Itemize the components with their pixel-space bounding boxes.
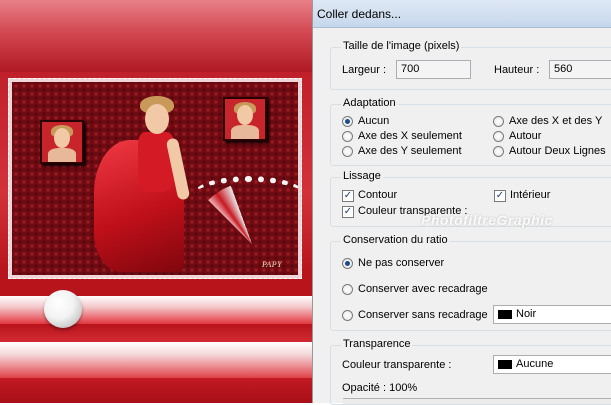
label-interieur[interactable]: Intérieur: [510, 189, 550, 201]
dialog-titlebar[interactable]: Coller dedans...: [313, 0, 611, 28]
radio-aucun[interactable]: [342, 116, 353, 127]
checkbox-interieur[interactable]: ✓: [494, 190, 506, 202]
height-field[interactable]: 560: [549, 60, 611, 79]
canvas-top-gradient: [0, 0, 312, 72]
radio-axe-x[interactable]: [342, 131, 353, 142]
portrait-thumb-left: [40, 120, 84, 164]
label-ne-pas-conserver[interactable]: Ne pas conserver: [358, 257, 444, 269]
radio-axe-y[interactable]: [342, 146, 353, 157]
radio-autour[interactable]: [493, 131, 504, 142]
canvas-stripe-red-2: [0, 378, 312, 403]
group-image-size-title: Taille de l'image (pixels): [341, 40, 462, 52]
ratio-fill-color-select[interactable]: Noir: [493, 305, 611, 324]
checkbox-contour[interactable]: ✓: [342, 190, 354, 202]
paste-into-dialog: Coller dedans... Taille de l'image (pixe…: [312, 0, 611, 405]
group-ratio-title: Conservation du ratio: [341, 234, 450, 246]
label-aucun[interactable]: Aucun: [358, 115, 389, 127]
artist-signature: PAPY: [262, 260, 283, 269]
width-field[interactable]: 700: [396, 60, 471, 79]
radio-autour-deux-lignes[interactable]: [493, 146, 504, 157]
group-transparence: Transparence Couleur transparente : Aucu…: [330, 338, 611, 405]
fan-lace-edge: [194, 176, 298, 212]
label-couleur-transparente[interactable]: Couleur transparente :: [358, 205, 467, 217]
group-adaptation-title: Adaptation: [341, 97, 398, 109]
height-label: Hauteur :: [494, 64, 540, 76]
selection-frame[interactable]: PAPY: [8, 78, 302, 279]
group-transparence-title: Transparence: [341, 338, 413, 350]
radio-axe-xy[interactable]: [493, 116, 504, 127]
decorative-sphere: [44, 290, 82, 328]
label-sans-recadrage[interactable]: Conserver sans recadrage: [358, 309, 488, 321]
group-adaptation: Adaptation Aucun Axe des X seulement Axe…: [330, 97, 611, 166]
transparent-color-select[interactable]: Aucune: [493, 355, 611, 374]
width-label: Largeur :: [342, 64, 387, 76]
dialog-title: Coller dedans...: [317, 7, 402, 21]
label-axe-xy[interactable]: Axe des X et des Y: [509, 115, 602, 127]
image-canvas[interactable]: PAPY: [0, 0, 312, 403]
radio-avec-recadrage[interactable]: [342, 284, 353, 295]
canvas-stripe-red: [0, 324, 312, 342]
black-swatch-2: [498, 360, 512, 369]
group-lissage: Lissage ✓ Contour ✓ Intérieur ✓ Couleur …: [330, 170, 611, 227]
opacity-slider-track[interactable]: [343, 398, 611, 404]
group-lissage-title: Lissage: [341, 170, 383, 182]
label-axe-y[interactable]: Axe des Y seulement: [358, 145, 462, 157]
radio-ne-pas-conserver[interactable]: [342, 258, 353, 269]
opacity-label: Opacité : 100%: [342, 382, 418, 394]
label-autour[interactable]: Autour: [509, 130, 541, 142]
group-image-size: Taille de l'image (pixels) Largeur : 700…: [330, 40, 611, 90]
black-swatch: [498, 310, 512, 319]
transparent-color-name: Aucune: [516, 358, 554, 370]
label-autour-deux-lignes[interactable]: Autour Deux Lignes: [509, 145, 606, 157]
portrait-thumb-right: [223, 97, 267, 141]
label-transparent-color: Couleur transparente :: [342, 359, 452, 371]
checkbox-couleur-transparente[interactable]: ✓: [342, 206, 354, 218]
group-ratio: Conservation du ratio Ne pas conserver C…: [330, 234, 611, 331]
label-avec-recadrage[interactable]: Conserver avec recadrage: [358, 283, 488, 295]
label-contour[interactable]: Contour: [358, 189, 397, 201]
pasted-picture: PAPY: [12, 82, 298, 275]
label-axe-x[interactable]: Axe des X seulement: [358, 130, 462, 142]
canvas-stripe-light-2: [0, 342, 312, 378]
radio-sans-recadrage[interactable]: [342, 310, 353, 321]
ratio-fill-color-name: Noir: [516, 308, 537, 320]
